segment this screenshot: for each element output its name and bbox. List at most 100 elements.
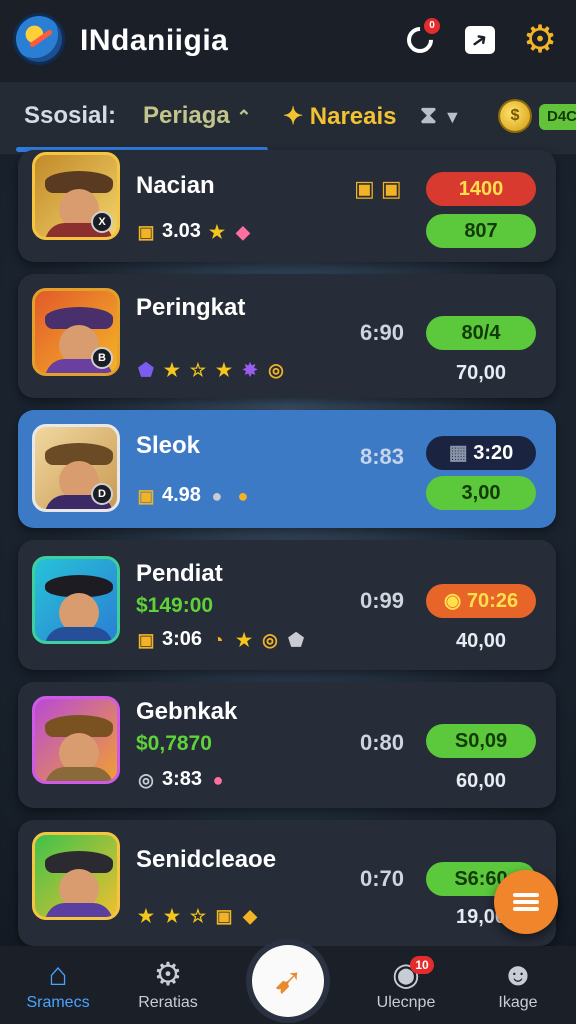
coin-icon: ● bbox=[237, 485, 249, 506]
player-icons: ★ ★ ☆ ▣ ◆ bbox=[136, 906, 260, 926]
nav-label: Sramecs bbox=[26, 994, 90, 1011]
stat-value: 4.98 bbox=[162, 484, 201, 506]
stat-value: 3.03 bbox=[162, 220, 201, 242]
gem-icon: ◆ bbox=[236, 221, 250, 242]
notification-badge: 0 bbox=[424, 18, 440, 34]
points-value: 60,00 bbox=[455, 770, 507, 792]
points-value: 40,00 bbox=[455, 630, 507, 652]
time-value: 6:90 bbox=[360, 320, 405, 345]
target-icon: ◎ bbox=[138, 769, 154, 790]
rank-badge: B bbox=[91, 347, 113, 369]
trophy-icon: ✦ bbox=[283, 103, 304, 130]
coin-icon: $ bbox=[500, 101, 530, 131]
badge-icon: ✸ bbox=[242, 360, 258, 380]
player-stats: ▣ 3.03 ★ ◆ bbox=[136, 220, 253, 243]
chest-icon: ▣ bbox=[215, 906, 233, 926]
nav-label: Reratias bbox=[138, 994, 198, 1011]
player-avatar: B bbox=[32, 288, 120, 376]
cash-balance[interactable]: D4C bbox=[539, 104, 576, 130]
shield-icon: ⬟ bbox=[138, 360, 154, 380]
value-pill: 3,00 bbox=[426, 476, 536, 510]
tab-periaga[interactable]: Periaga ⌃ bbox=[143, 102, 251, 130]
gem-icon: ● bbox=[212, 769, 224, 790]
tab-label: Periaga bbox=[143, 102, 230, 129]
filter-dropdown[interactable]: ⧗ ▼ bbox=[420, 102, 461, 130]
player-card[interactable]: Pendiat $149:00 ▣ 3:06 ◔ ★ ◎ ⬟ 0:99 ◉ 70… bbox=[18, 540, 556, 670]
compass-logo bbox=[16, 16, 62, 62]
nav-label: Ulecnpe bbox=[376, 994, 436, 1011]
nav-settings[interactable]: ⚙ Reratias bbox=[118, 954, 218, 1012]
share-icon bbox=[465, 26, 495, 54]
star-icon: ☆ bbox=[189, 360, 207, 380]
time-value: 0:70 bbox=[360, 866, 405, 891]
points-value: 70,00 bbox=[455, 362, 507, 384]
player-name: Senidcleaoe bbox=[136, 846, 277, 873]
gear-icon: ⚙ bbox=[153, 956, 183, 992]
player-icons: ⬟ ★ ☆ ★ ✸ ◎ bbox=[136, 360, 286, 380]
menu-fab[interactable] bbox=[494, 870, 558, 934]
star-icon: ★ bbox=[137, 906, 155, 926]
tab-bar: Ssosial: Periaga ⌃ ✦ Nareais ⧗ ▼ bbox=[0, 82, 576, 154]
chest-icons: ▣ ▣ bbox=[354, 176, 402, 201]
chat-badge: 10 bbox=[410, 956, 434, 974]
player-name: Sleok bbox=[136, 432, 201, 459]
stat-value: 3:06 bbox=[162, 628, 203, 650]
player-card[interactable]: Senidcleaoe ★ ★ ☆ ▣ ◆ 0:70 S6:60 19,00 bbox=[18, 820, 556, 946]
tab-nareais[interactable]: ✦ Nareais bbox=[283, 102, 397, 131]
star-icon: ★ bbox=[163, 360, 181, 380]
nav-profile[interactable]: ☻ Ikage bbox=[468, 954, 568, 1012]
player-card[interactable]: B Peringkat ⬟ ★ ☆ ★ ✸ ◎ 6:90 80/4 70,00 bbox=[18, 274, 556, 398]
player-name: Nacian bbox=[136, 172, 215, 199]
player-avatar: X bbox=[32, 152, 120, 240]
nav-home[interactable]: ⌂ Sramecs bbox=[8, 954, 108, 1012]
pill-text: 3:20 bbox=[473, 442, 514, 464]
ring-icon: ◔ bbox=[212, 629, 224, 650]
player-stats: ◎ 3:83 ● bbox=[136, 768, 228, 791]
shield-icon: ⬟ bbox=[288, 629, 304, 650]
player-card[interactable]: Gebnkak $0,7870 ◎ 3:83 ● 0:80 S0,09 60,0… bbox=[18, 682, 556, 808]
refresh-button[interactable]: 0 bbox=[401, 18, 440, 59]
player-stats: ▣ 3:06 ◔ ★ ◎ ⬟ bbox=[136, 628, 306, 651]
tab-label: Nareais bbox=[309, 103, 397, 130]
settings-button[interactable]: ⚙ bbox=[522, 21, 558, 59]
medal-icon: ◎ bbox=[268, 360, 284, 380]
share-button[interactable] bbox=[462, 22, 498, 58]
player-card-selected[interactable]: D Sleok ▣ 4.98 ● ● 8:83 ▦ 3:20 3,00 bbox=[18, 410, 556, 528]
player-name: Peringkat bbox=[136, 294, 246, 321]
player-avatar bbox=[32, 696, 120, 784]
tab-ssosial[interactable]: Ssosial: bbox=[24, 102, 116, 130]
play-button[interactable]: ➹ bbox=[252, 945, 324, 1017]
profile-icon: ☻ bbox=[501, 956, 535, 992]
value-pill: 807 bbox=[426, 214, 536, 248]
clock-icon: ◉ bbox=[443, 590, 462, 612]
chevron-down-icon: ▼ bbox=[443, 107, 462, 127]
player-avatar: D bbox=[32, 424, 120, 512]
nav-chat[interactable]: ◉ Ulecnpe bbox=[356, 954, 456, 1012]
star-icon: ★ bbox=[163, 906, 181, 926]
player-avatar bbox=[32, 556, 120, 644]
score-pill: 80/4 bbox=[426, 316, 536, 350]
chevron-icon: ⌃ bbox=[236, 107, 252, 127]
play-icon: ➹ bbox=[272, 960, 304, 1001]
time-value: 0:80 bbox=[360, 730, 405, 755]
grid-icon: ▦ bbox=[448, 442, 468, 464]
player-name: Pendiat bbox=[136, 560, 223, 587]
list-icon bbox=[513, 890, 539, 914]
star-icon: ☆ bbox=[189, 906, 207, 926]
time-value: 8:83 bbox=[360, 444, 405, 469]
score-pill: ◉ 70:26 bbox=[426, 584, 536, 618]
score-pill: S0,09 bbox=[426, 724, 536, 758]
app-title: INdaniigia bbox=[80, 24, 229, 57]
chest-icon: ▣ bbox=[137, 629, 155, 650]
stat-value: 3:83 bbox=[162, 768, 203, 790]
chest-icon: ▣ bbox=[137, 485, 155, 506]
player-name: Gebnkak bbox=[136, 698, 238, 725]
rank-badge: X bbox=[91, 211, 113, 233]
player-card[interactable]: X Nacian ▣ 3.03 ★ ◆ ▣ ▣ 1400 807 bbox=[18, 150, 556, 262]
star-icon: ★ bbox=[208, 221, 225, 242]
stone-icon: ● bbox=[211, 485, 223, 506]
nav-label: Ikage bbox=[498, 994, 538, 1011]
star-icon: ★ bbox=[215, 360, 233, 380]
star-icon: ★ bbox=[235, 629, 253, 650]
home-icon: ⌂ bbox=[48, 956, 68, 992]
